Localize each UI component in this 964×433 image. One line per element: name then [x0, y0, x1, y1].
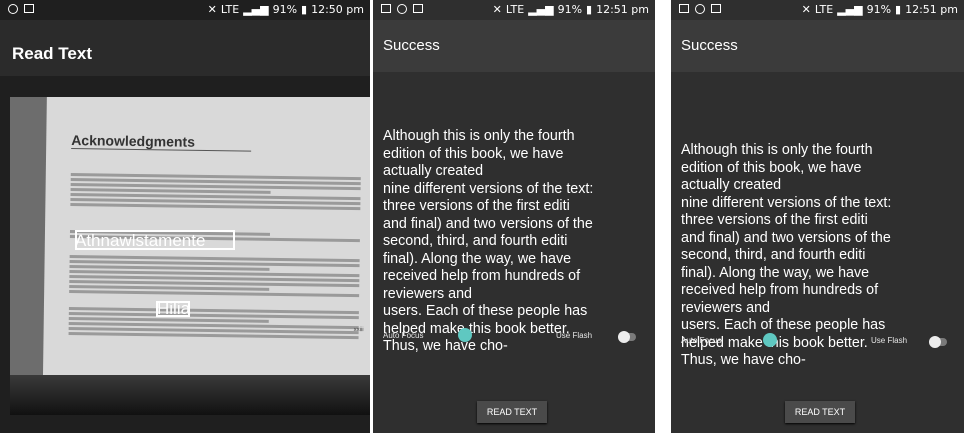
- signal-icon: ▂▄▆: [837, 3, 863, 16]
- image-icon: [381, 4, 391, 13]
- book-page: Acknowledgments xxiii: [42, 97, 370, 410]
- page-text-line: [69, 290, 360, 298]
- sync-icon: [695, 4, 705, 14]
- app-title: Success: [681, 37, 738, 54]
- status-time: 12:51 pm: [596, 3, 649, 16]
- status-bar: ✕ LTE ▂▄▆ 91% ▮ 12:51 pm: [373, 0, 655, 20]
- preview-shadow: [10, 375, 370, 415]
- switch-knob: [929, 336, 941, 348]
- mute-icon: ✕: [492, 3, 502, 16]
- ocr-overlay-text: Hilia: [157, 299, 191, 318]
- use-flash-switch[interactable]: [618, 331, 636, 343]
- use-flash-label: Use Flash: [556, 331, 593, 340]
- message-icon: [413, 4, 423, 13]
- battery-icon: ▮: [301, 3, 308, 16]
- app-title: Read Text: [12, 44, 92, 63]
- page-heading: Acknowledgments: [71, 132, 196, 150]
- capture-screen: ✕ LTE ▂▄▆ 91% ▮ 12:50 pm Read Text Ackno…: [0, 0, 370, 433]
- app-bar: Success: [373, 20, 655, 72]
- switch-knob: [618, 331, 630, 343]
- message-icon: [711, 4, 721, 13]
- camera-preview[interactable]: Acknowledgments xxiii: [10, 97, 370, 415]
- app-bar: Success: [671, 20, 964, 72]
- sync-icon: [397, 4, 407, 14]
- sync-icon: [8, 4, 18, 14]
- use-flash-label: Use Flash: [871, 336, 908, 345]
- auto-focus-checkbox[interactable]: [763, 333, 777, 347]
- battery-percent: 91%: [557, 3, 583, 16]
- battery-percent: 91%: [272, 3, 298, 16]
- status-bar: ✕ LTE ▂▄▆ 91% ▮ 12:50 pm: [0, 0, 370, 20]
- read-text-button[interactable]: READ TEXT: [785, 401, 855, 423]
- battery-icon: ▮: [895, 3, 902, 16]
- image-icon: [24, 4, 34, 13]
- mute-icon: ✕: [801, 3, 811, 16]
- recognized-text: Although this is only the fourth edition…: [681, 142, 892, 368]
- read-text-button[interactable]: READ TEXT: [477, 401, 547, 423]
- status-bar: ✕ LTE ▂▄▆ 91% ▮ 12:51 pm: [671, 0, 964, 20]
- signal-icon: ▂▄▆: [243, 3, 269, 16]
- signal-icon: ▂▄▆: [528, 3, 554, 16]
- heading-rule: [71, 148, 252, 152]
- mute-icon: ✕: [207, 3, 217, 16]
- network-label: LTE: [220, 3, 240, 16]
- battery-icon: ▮: [586, 3, 593, 16]
- auto-focus-label: Auto Focus: [681, 336, 722, 345]
- image-icon: [679, 4, 689, 13]
- result-screen: ✕ LTE ▂▄▆ 91% ▮ 12:51 pm Success Althoug…: [373, 0, 655, 433]
- app-title: Success: [383, 37, 440, 54]
- network-label: LTE: [814, 3, 834, 16]
- use-flash-switch[interactable]: [929, 336, 947, 348]
- page-number: xxiii: [353, 327, 364, 334]
- network-label: LTE: [505, 3, 525, 16]
- result-screen: ✕ LTE ▂▄▆ 91% ▮ 12:51 pm Success Althoug…: [671, 0, 964, 433]
- auto-focus-checkbox[interactable]: [458, 328, 472, 342]
- status-time: 12:50 pm: [311, 3, 364, 16]
- auto-focus-label: Auto Focus: [383, 331, 424, 340]
- status-time: 12:51 pm: [905, 3, 958, 16]
- battery-percent: 91%: [866, 3, 892, 16]
- app-bar: Read Text: [0, 20, 370, 76]
- recognized-text: Although this is only the fourth edition…: [383, 128, 594, 354]
- ocr-overlay-text: Athnawlstamente: [75, 231, 206, 250]
